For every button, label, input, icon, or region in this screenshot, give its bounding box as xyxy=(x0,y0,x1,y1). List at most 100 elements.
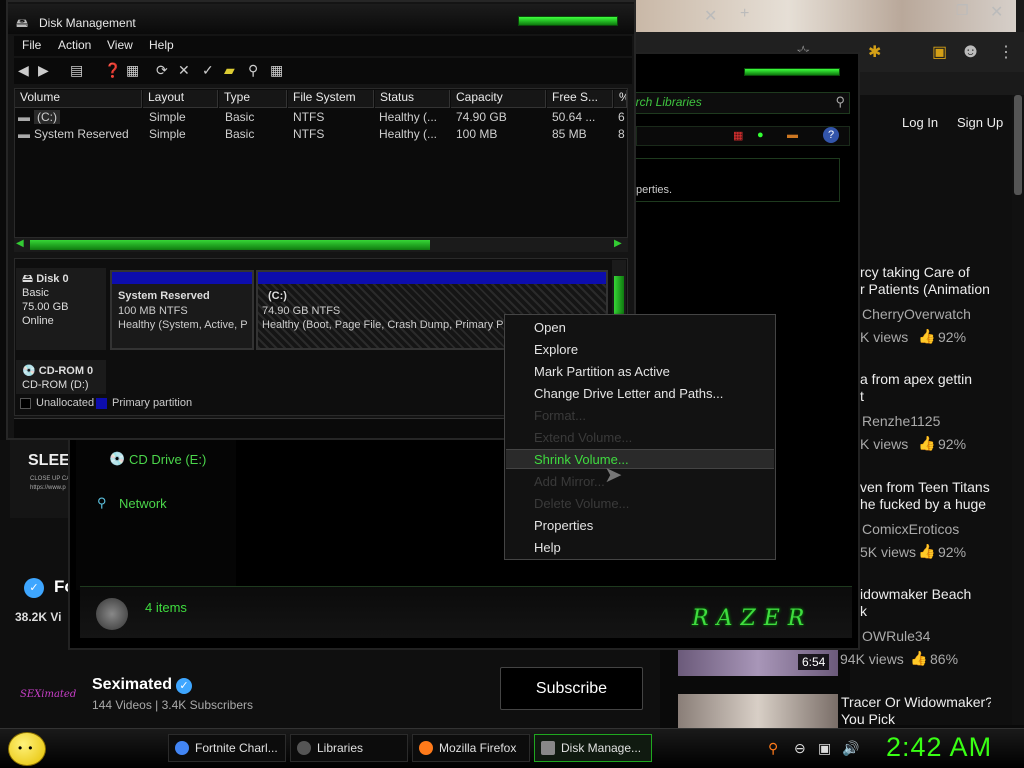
video-channel[interactable]: OWRule34 xyxy=(862,628,930,644)
help-icon[interactable]: ? xyxy=(823,127,839,143)
video-thumbnail[interactable] xyxy=(678,694,838,728)
video-likes: 86% xyxy=(930,651,959,667)
details-icon[interactable]: ▦ xyxy=(126,62,139,79)
video-title[interactable]: You Pick xyxy=(841,711,991,728)
scroll-left-icon[interactable]: ◀ xyxy=(16,238,24,249)
clock[interactable]: 2:42 AM xyxy=(886,732,992,763)
video-title[interactable]: idowmaker Beach xyxy=(860,586,1010,603)
menu-item-help[interactable]: Help xyxy=(534,540,561,555)
video-title[interactable]: k xyxy=(860,603,1010,620)
search-icon[interactable]: ⚲ xyxy=(835,94,845,110)
pane-icon[interactable]: ▬ xyxy=(787,129,798,141)
channel-name[interactable]: Seximated xyxy=(92,676,172,694)
account-icon[interactable]: ☻ xyxy=(960,40,981,63)
volume-icon[interactable]: 🔊 xyxy=(842,740,859,757)
menu-item-open[interactable]: Open xyxy=(534,320,566,335)
menu-dots-icon[interactable]: ⋮ xyxy=(998,42,1014,62)
subscribe-button[interactable]: Subscribe xyxy=(500,667,643,710)
close-tab-icon[interactable]: ✕ xyxy=(704,6,717,26)
extension-icon[interactable]: ✱ xyxy=(868,42,881,62)
menu-file[interactable]: File xyxy=(22,38,41,52)
col-filesystem[interactable]: File System xyxy=(288,90,374,108)
col-capacity[interactable]: Capacity xyxy=(451,90,546,108)
sidebar-icon[interactable]: ▣ xyxy=(932,42,947,62)
partition-system-reserved[interactable]: System Reserved 100 MB NTFS Healthy (Sys… xyxy=(110,270,254,350)
col-volume[interactable]: Volume xyxy=(15,90,142,108)
menu-help[interactable]: Help xyxy=(149,38,174,52)
thumbs-up-icon: 👍 xyxy=(910,650,928,666)
vertical-scrollbar-thumb[interactable] xyxy=(614,276,624,316)
search-icon[interactable]: ⚲ xyxy=(768,740,778,757)
search-icon[interactable]: ⚲ xyxy=(248,62,258,79)
scroll-right-icon[interactable]: ▶ xyxy=(614,238,622,249)
nav-cd-drive[interactable]: CD Drive (E:) xyxy=(129,452,206,467)
video-channel[interactable]: Renzhe1125 xyxy=(862,413,940,429)
menu-view[interactable]: View xyxy=(107,38,133,52)
menu-item-explore[interactable]: Explore xyxy=(534,342,578,357)
help-icon[interactable]: ❓ xyxy=(104,62,121,79)
col-type[interactable]: Type xyxy=(219,90,287,108)
restore-window-icon[interactable]: ❐ xyxy=(956,2,969,19)
back-icon[interactable]: ◀ xyxy=(18,62,29,79)
thumbs-up-icon: 👍 xyxy=(918,543,936,559)
video-title[interactable]: r Patients (Animation xyxy=(860,281,1010,298)
col-layout[interactable]: Layout xyxy=(143,90,218,108)
col-free-space[interactable]: Free S... xyxy=(547,90,613,108)
open-icon[interactable]: ▰ xyxy=(224,62,235,79)
console-tree-icon[interactable]: ▤ xyxy=(70,62,83,79)
task-chrome[interactable]: Fortnite Charl... xyxy=(168,734,286,762)
mouse-cursor-icon: ➤ xyxy=(604,462,623,487)
check-icon[interactable]: ✓ xyxy=(202,62,214,79)
signup-link[interactable]: Sign Up xyxy=(957,115,1003,130)
menu-item-change-letter[interactable]: Change Drive Letter and Paths... xyxy=(534,386,723,401)
window-controls[interactable] xyxy=(518,16,618,26)
channel-logo[interactable]: SEXimated xyxy=(20,689,76,700)
col-status[interactable]: Status xyxy=(375,90,450,108)
video-views: 94K views xyxy=(840,651,904,667)
close-window-icon[interactable]: ✕ xyxy=(990,2,1003,22)
cdrom-0-label[interactable]: 💿 CD-ROM 0 CD-ROM (D:) xyxy=(16,360,106,394)
forward-icon[interactable]: ▶ xyxy=(38,62,49,79)
video-title[interactable]: a from apex gettin xyxy=(860,371,1010,388)
window-controls[interactable] xyxy=(744,68,840,76)
video-channel[interactable]: ComicxEroticos xyxy=(862,521,959,537)
nav-network[interactable]: Network xyxy=(119,496,167,511)
video-title[interactable]: he fucked by a huge xyxy=(860,496,1010,513)
properties-hint: perties. xyxy=(636,184,673,196)
legend-primary: Primary partition xyxy=(112,397,193,409)
task-disk-management[interactable]: Disk Manage... xyxy=(534,734,652,762)
login-link[interactable]: Log In xyxy=(902,115,938,130)
volume-free: 85 MB xyxy=(552,127,587,141)
minus-circle-icon[interactable]: ⊖ xyxy=(794,740,806,757)
task-firefox[interactable]: Mozilla Firefox xyxy=(412,734,530,762)
menu-item-extend: Extend Volume... xyxy=(534,430,633,445)
video-channel[interactable]: CherryOverwatch xyxy=(862,306,971,322)
menu-action[interactable]: Action xyxy=(58,38,91,52)
page-scrollbar-thumb[interactable] xyxy=(1014,95,1022,195)
menu-item-properties[interactable]: Properties xyxy=(534,518,593,533)
col-percent[interactable]: % xyxy=(614,90,627,108)
video-title[interactable]: Tracer Or Widowmaker? xyxy=(841,694,991,711)
delete-icon[interactable]: ✕ xyxy=(178,62,190,79)
video-title[interactable]: ven from Teen Titans xyxy=(860,479,1010,496)
task-libraries[interactable]: Libraries xyxy=(290,734,408,762)
new-tab-icon[interactable]: + xyxy=(740,5,749,23)
view-icon[interactable]: ▦ xyxy=(733,129,743,142)
unallocated-swatch xyxy=(20,398,31,409)
network-icon[interactable]: ▣ xyxy=(818,740,831,757)
properties-icon[interactable]: ▦ xyxy=(270,62,283,79)
volume-name[interactable]: System Reserved xyxy=(34,127,129,141)
disk-0-label[interactable]: 🖴 Disk 0 Basic 75.00 GB Online xyxy=(16,268,106,350)
volume-name[interactable]: (C:) xyxy=(34,110,60,124)
rescan-icon[interactable]: ⟳ xyxy=(156,62,168,79)
search-libraries-input[interactable]: arch Libraries ⚲ xyxy=(629,92,850,114)
menu-item-mark-active[interactable]: Mark Partition as Active xyxy=(534,364,670,379)
preview-icon[interactable]: ● xyxy=(757,129,764,141)
horizontal-scrollbar-thumb[interactable] xyxy=(30,240,430,250)
volume-layout: Simple xyxy=(149,110,186,124)
volume-filesystem: NTFS xyxy=(293,110,325,124)
video-title[interactable]: t xyxy=(860,388,1010,405)
disk-state: Online xyxy=(22,315,54,327)
partition-status: Healthy (System, Active, P xyxy=(118,319,248,331)
video-title[interactable]: rcy taking Care of xyxy=(860,264,1010,281)
